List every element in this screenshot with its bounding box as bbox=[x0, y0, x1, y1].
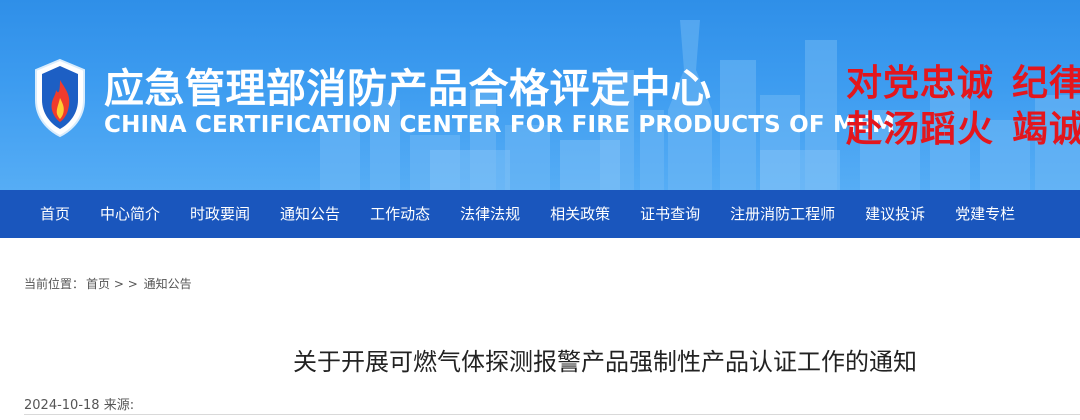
nav-item-fire-engineer[interactable]: 注册消防工程师 bbox=[715, 190, 850, 238]
slogan-line-1: 对党忠诚纪律严明 bbox=[846, 54, 1080, 106]
fire-shield-logo-icon bbox=[35, 58, 85, 138]
main-nav: 首页 中心简介 时政要闻 通知公告 工作动态 法律法规 相关政策 证书查询 注册… bbox=[0, 190, 1080, 238]
breadcrumb-prefix: 当前位置： bbox=[24, 277, 85, 291]
nav-item-policies[interactable]: 相关政策 bbox=[535, 190, 625, 238]
site-header: 应急管理部消防产品合格评定中心 CHINA CERTIFICATION CENT… bbox=[0, 0, 1080, 190]
slogan-text: 纪律严明 bbox=[1012, 63, 1080, 104]
nav-item-complaints[interactable]: 建议投诉 bbox=[850, 190, 940, 238]
nav-item-home[interactable]: 首页 bbox=[0, 190, 85, 238]
nav-item-work-updates[interactable]: 工作动态 bbox=[355, 190, 445, 238]
slogan-text: 赴汤蹈火 bbox=[846, 109, 995, 150]
slogan-text: 对党忠诚 bbox=[846, 63, 995, 104]
breadcrumb-current-link[interactable]: 通知公告 bbox=[144, 277, 192, 291]
site-title-english: CHINA CERTIFICATION CENTER FOR FIRE PROD… bbox=[104, 112, 896, 138]
divider bbox=[24, 414, 1080, 415]
nav-item-notices[interactable]: 通知公告 bbox=[265, 190, 355, 238]
nav-item-news[interactable]: 时政要闻 bbox=[175, 190, 265, 238]
nav-item-party-column[interactable]: 党建专栏 bbox=[940, 190, 1030, 238]
breadcrumb-separator: > > bbox=[113, 277, 138, 291]
article-date: 2024-10-18 bbox=[24, 398, 100, 413]
nav-item-laws[interactable]: 法律法规 bbox=[445, 190, 535, 238]
site-title-chinese: 应急管理部消防产品合格评定中心 bbox=[104, 66, 712, 112]
slogan-text: 竭诚为民 bbox=[1012, 109, 1080, 150]
nav-item-about[interactable]: 中心简介 bbox=[85, 190, 175, 238]
breadcrumb-home-link[interactable]: 首页 bbox=[86, 277, 110, 291]
article-title: 关于开展可燃气体探测报警产品强制性产品认证工作的通知 bbox=[293, 348, 917, 376]
slogan-line-2: 赴汤蹈火竭诚为民 bbox=[846, 100, 1080, 152]
article-source-label: 来源: bbox=[103, 398, 135, 413]
article-meta: 2024-10-18 来源: bbox=[24, 394, 134, 413]
nav-item-certificate-query[interactable]: 证书查询 bbox=[625, 190, 715, 238]
breadcrumb: 当前位置： 首页 > > 通知公告 bbox=[24, 275, 192, 292]
